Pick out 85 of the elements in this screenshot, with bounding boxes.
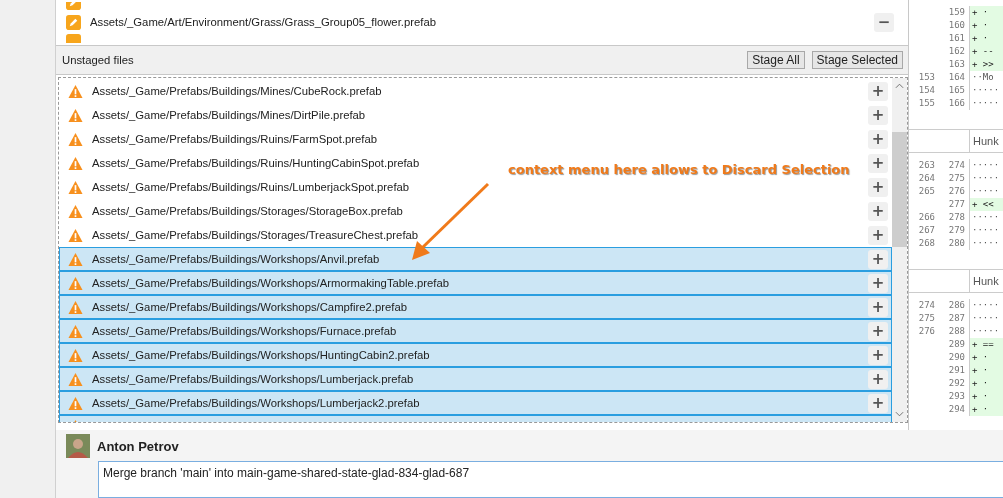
line-number: 278: [935, 211, 970, 224]
line-number: 164: [935, 71, 970, 84]
line-number: 263: [917, 159, 935, 172]
line-number: 267: [917, 224, 935, 237]
line-number: 264: [917, 172, 935, 185]
line-number: 268: [917, 237, 935, 250]
warning-icon: [68, 371, 83, 387]
code-line: ·····: [971, 211, 1001, 224]
line-number: 276: [935, 185, 970, 198]
line-number: 274: [917, 299, 935, 312]
warning-icon: [68, 347, 83, 363]
line-number: 280: [935, 237, 970, 250]
warning-icon: [68, 83, 83, 99]
stage-file-button[interactable]: +: [868, 393, 888, 413]
stage-file-button[interactable]: +: [868, 249, 888, 269]
code-line: ·····: [971, 325, 1001, 338]
line-number: 276: [917, 325, 935, 338]
warning-icon: [68, 131, 83, 147]
line-number: 274: [935, 159, 970, 172]
code-line: ·····: [971, 237, 1001, 250]
stage-file-button[interactable]: +: [868, 105, 888, 125]
line-number: 275: [917, 312, 935, 325]
stage-file-button[interactable]: +: [868, 321, 888, 341]
line-number: 275: [935, 172, 970, 185]
stage-file-button[interactable]: +: [868, 345, 888, 365]
file-path[interactable]: Assets/_Game/Art/Environment/Grass/Grass_Group05_flower.prefab: [90, 16, 874, 28]
stage-file-button[interactable]: +: [868, 369, 888, 389]
stage-file-button[interactable]: +: [868, 297, 888, 317]
warning-icon: [68, 395, 83, 411]
line-number: 165: [935, 84, 970, 97]
line-number: 266: [917, 211, 935, 224]
stage-file-button[interactable]: +: [868, 273, 888, 293]
code-line: ·····: [971, 172, 1001, 185]
section-title: Unstaged files: [62, 54, 135, 66]
scroll-up-icon[interactable]: [895, 83, 904, 89]
code-line: ·····: [971, 185, 1001, 198]
warning-icon: [68, 203, 83, 219]
line-number: 154: [917, 84, 935, 97]
warning-icon: [68, 107, 83, 123]
code-line: ·····: [971, 299, 1001, 312]
stage-file-button[interactable]: +: [868, 225, 888, 245]
unstage-button[interactable]: −: [874, 12, 894, 32]
file-row[interactable]: Assets/_Game/Prefabs/Buildings/Workshops/HuntingCabin2.prefab +: [59, 343, 892, 367]
stage-file-button[interactable]: +: [868, 201, 888, 221]
warning-icon: [68, 299, 83, 315]
warning-icon: [68, 227, 83, 243]
commit-message-field[interactable]: Merge branch 'main' into main-game-shared-state-glad-834-glad-687: [98, 461, 1003, 498]
annotation-text: context menu here allows to Discard Selection: [508, 162, 850, 177]
code-line: ··Mo: [971, 71, 995, 84]
line-number: 279: [935, 224, 970, 237]
line-number: 287: [935, 312, 970, 325]
code-line: ·····: [971, 84, 1001, 97]
code-line: ·····: [971, 97, 1001, 110]
line-number: 286: [935, 299, 970, 312]
hunk-header: Hunk: [972, 135, 999, 147]
scrollbar[interactable]: [892, 78, 907, 422]
stage-file-button[interactable]: +: [868, 81, 888, 101]
warning-icon: [68, 251, 83, 267]
file-row[interactable]: Assets/_Game/Prefabs/Buildings/Workshops/Lumberjack2.prefab +: [59, 391, 892, 415]
file-row[interactable]: Assets/_Game/Prefabs/Buildings/Workshops/Campfire2.prefab +: [59, 295, 892, 319]
line-number: 265: [917, 185, 935, 198]
warning-icon: [68, 275, 83, 291]
line-number: 166: [935, 97, 970, 110]
file-row[interactable]: Assets/_Game/Prefabs/Buildings/Workshops/Anvil.prefab +: [59, 247, 892, 271]
hunk-header: Hunk: [972, 275, 999, 287]
author-name: Anton Petrov: [97, 438, 179, 454]
stage-file-button[interactable]: +: [868, 153, 888, 173]
warning-icon: [68, 155, 83, 171]
line-number: 153: [917, 71, 935, 84]
code-line: ·····: [971, 224, 1001, 237]
stage-button[interactable]: Stage Selected: [811, 51, 903, 69]
avatar: [66, 434, 90, 458]
line-number: 288: [935, 325, 970, 338]
warning-icon: [68, 323, 83, 339]
stage-file-button[interactable]: +: [868, 129, 888, 149]
file-row[interactable]: Assets/_Game/Prefabs/Buildings/Workshops/ArmormakingTable.prefab +: [59, 271, 892, 295]
code-line: ·····: [971, 312, 1001, 325]
file-row[interactable]: Assets/_Game/Prefabs/Buildings/Workshops/Lumberjack.prefab +: [59, 367, 892, 391]
stage-file-button[interactable]: +: [868, 177, 888, 197]
stage-button[interactable]: Stage All: [747, 51, 805, 69]
file-row[interactable]: Assets/_Game/Prefabs/Buildings/Workshops/Furnace.prefab +: [59, 319, 892, 343]
warning-icon: [68, 179, 83, 195]
code-line: ·····: [971, 159, 1001, 172]
scroll-down-icon[interactable]: [895, 411, 904, 417]
line-number: 155: [917, 97, 935, 110]
